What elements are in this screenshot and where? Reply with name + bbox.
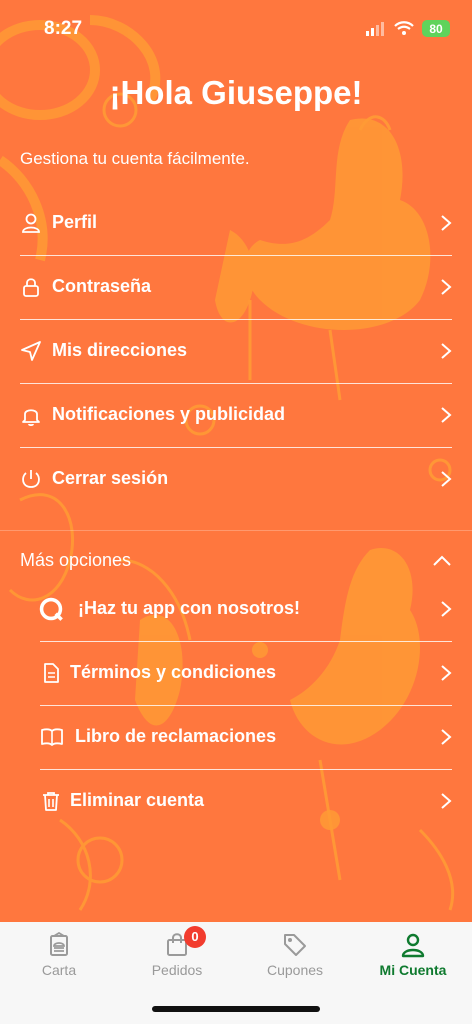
- tab-pedidos[interactable]: 0 Pedidos: [118, 926, 236, 978]
- menu-item-delete-account[interactable]: Eliminar cuenta: [40, 770, 452, 834]
- home-indicator: [152, 1006, 320, 1012]
- chevron-right-icon: [441, 601, 452, 617]
- book-icon: [41, 728, 63, 746]
- menu-item-label: Perfil: [52, 212, 98, 232]
- menu-item-label: Mis direcciones: [52, 340, 188, 360]
- account-screen: 8:27 80 ¡Hola Giuseppe! Gestiona tu cuen…: [0, 0, 472, 1024]
- wifi-icon: [394, 21, 414, 35]
- menu-item-label: Notificaciones y publicidad: [52, 404, 286, 424]
- trash-icon: [43, 792, 59, 811]
- menu-item-logout[interactable]: Cerrar sesión: [20, 448, 452, 512]
- chevron-right-icon: [441, 729, 452, 745]
- menu-item-complaints-book[interactable]: Libro de reclamaciones: [40, 706, 452, 770]
- chevron-right-icon: [441, 471, 452, 487]
- account-icon: [401, 933, 425, 958]
- chevron-right-icon: [441, 407, 452, 423]
- section-divider: [0, 530, 472, 531]
- user-icon: [22, 213, 40, 233]
- menu-item-label: ¡Haz tu app con nosotros!: [78, 598, 300, 618]
- menu-item-label: Cerrar sesión: [52, 468, 169, 488]
- menu-card-icon: [50, 932, 68, 956]
- status-bar: 8:27 80: [0, 0, 472, 60]
- tag-icon: [284, 934, 306, 956]
- tab-label: Carta: [41, 962, 77, 978]
- orders-badge: 0: [184, 926, 206, 948]
- tab-cupones[interactable]: Cupones: [236, 932, 354, 978]
- chevron-right-icon: [441, 215, 452, 231]
- menu-item-make-app[interactable]: ¡Haz tu app con nosotros!: [39, 578, 452, 642]
- chevron-right-icon: [441, 279, 452, 295]
- status-icons: 80: [366, 20, 450, 37]
- bell-icon: [22, 409, 40, 426]
- chevron-up-icon[interactable]: [432, 555, 452, 567]
- battery-indicator: 80: [422, 20, 450, 37]
- menu-item-profile[interactable]: Perfil: [20, 192, 452, 256]
- more-options-title: Más opciones: [20, 550, 132, 570]
- menu-item-password[interactable]: Contraseña: [20, 256, 452, 320]
- tab-label: Cupones: [266, 962, 324, 978]
- app-logo-icon: [39, 597, 63, 621]
- location-arrow-icon: [21, 341, 41, 361]
- greeting-title: ¡Hola Giuseppe!: [109, 74, 363, 111]
- chevron-right-icon: [441, 343, 452, 359]
- tab-label: Pedidos: [151, 962, 203, 978]
- tab-mi-cuenta[interactable]: Mi Cuenta: [354, 932, 472, 978]
- menu-item-notifications[interactable]: Notificaciones y publicidad: [20, 384, 452, 448]
- menu-item-terms[interactable]: Términos y condiciones: [40, 642, 452, 706]
- document-icon: [44, 663, 59, 683]
- tab-label: Mi Cuenta: [379, 962, 447, 978]
- power-icon: [22, 470, 40, 488]
- status-time: 8:27: [44, 18, 83, 39]
- greeting-subtitle: Gestiona tu cuenta fácilmente.: [20, 149, 250, 168]
- menu-item-addresses[interactable]: Mis direcciones: [20, 320, 452, 384]
- menu-item-label: Libro de reclamaciones: [75, 726, 277, 746]
- cellular-signal-icon: [366, 21, 384, 36]
- chevron-right-icon: [441, 793, 452, 809]
- menu-item-label: Términos y condiciones: [70, 662, 277, 682]
- menu-item-label: Contraseña: [52, 276, 152, 296]
- lock-icon: [23, 278, 39, 297]
- menu-item-label: Eliminar cuenta: [70, 790, 205, 810]
- tab-carta[interactable]: Carta: [0, 932, 118, 978]
- chevron-right-icon: [441, 665, 452, 681]
